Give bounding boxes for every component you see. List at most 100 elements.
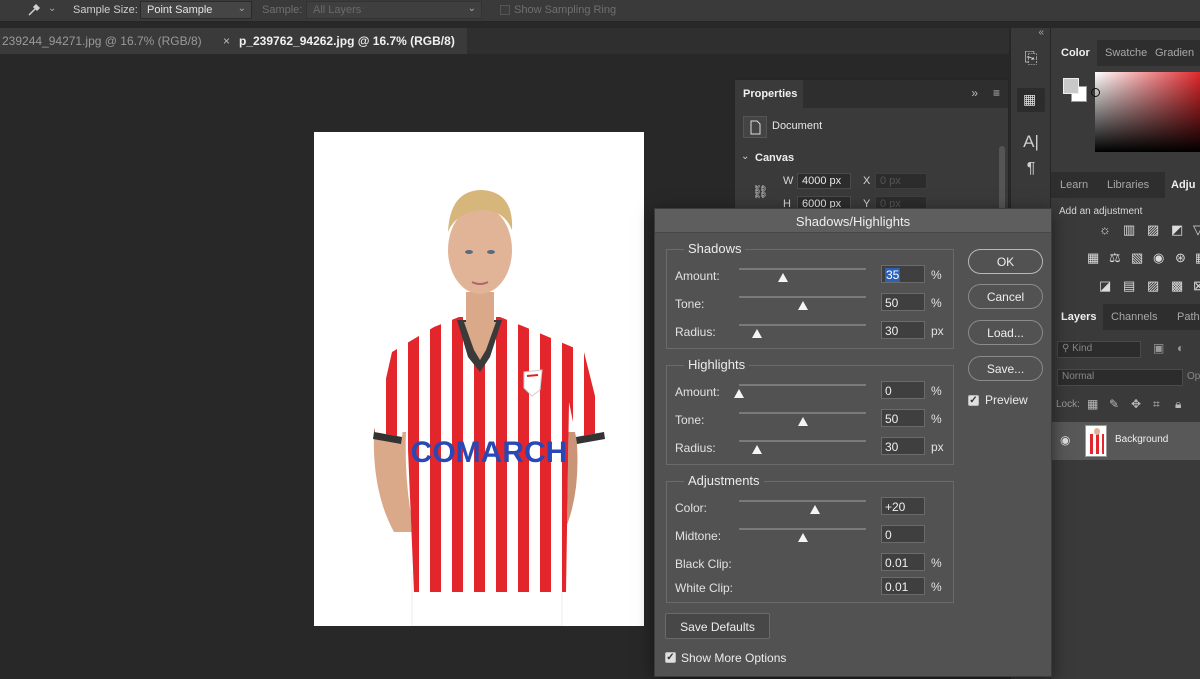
- lock-icon[interactable]: 🔒︎: [1175, 397, 1181, 412]
- black-clip-field[interactable]: 0.01: [881, 553, 925, 571]
- shadows-amount-field[interactable]: 35: [881, 265, 925, 283]
- color-field[interactable]: +20: [881, 497, 925, 515]
- posterize-icon[interactable]: ▤: [1123, 278, 1135, 294]
- slider-track[interactable]: [739, 440, 866, 442]
- slider-thumb[interactable]: [797, 417, 808, 426]
- exposure-icon[interactable]: ◩: [1171, 222, 1183, 238]
- sample-size-select[interactable]: Point Sample ⌄: [140, 1, 252, 19]
- brightness-icon[interactable]: ☼: [1099, 222, 1111, 237]
- highlights-amount-field[interactable]: 0: [881, 381, 925, 399]
- sampling-ring-checkbox[interactable]: [500, 5, 510, 15]
- curves-icon[interactable]: ▨: [1147, 222, 1159, 238]
- tab-document-2[interactable]: × p_239762_94262.jpg @ 16.7% (RGB/8): [217, 28, 467, 54]
- blend-mode-select[interactable]: Normal: [1057, 369, 1183, 386]
- midtone-field[interactable]: 0: [881, 525, 925, 543]
- scrollbar[interactable]: [999, 146, 1005, 216]
- black-white-icon[interactable]: ▧: [1131, 250, 1143, 266]
- photo-filter-icon[interactable]: ◉: [1153, 250, 1164, 266]
- white-clip-field[interactable]: 0.01: [881, 577, 925, 595]
- slider-track[interactable]: [739, 384, 866, 386]
- slider-track[interactable]: [739, 500, 866, 502]
- collapse-icon[interactable]: «: [1038, 27, 1044, 38]
- layer-row-background[interactable]: ◉ Background: [1051, 422, 1200, 460]
- sample-select[interactable]: All Layers ⌄: [306, 1, 482, 19]
- history-icon[interactable]: ⎘: [1011, 50, 1051, 68]
- slider-track[interactable]: [739, 412, 866, 414]
- shadows-tone-field[interactable]: 50: [881, 293, 925, 311]
- eyedropper-icon[interactable]: [26, 2, 42, 21]
- brush-icon[interactable]: ✎: [1109, 397, 1119, 411]
- lock-pixels-icon[interactable]: ▦: [1087, 397, 1098, 411]
- tab-color[interactable]: Color: [1051, 40, 1097, 66]
- color-picker-field[interactable]: [1095, 72, 1200, 152]
- slider-track[interactable]: [739, 268, 866, 270]
- kind-placeholder: Kind: [1072, 343, 1093, 354]
- tab-document-1[interactable]: 239244_94271.jpg @ 16.7% (RGB/8): [0, 28, 217, 54]
- adjustment-filter-icon[interactable]: ◐: [1177, 341, 1184, 355]
- close-icon[interactable]: ×: [223, 34, 230, 48]
- slider-track[interactable]: [739, 324, 866, 326]
- layer-kind-filter[interactable]: ⚲ Kind: [1057, 341, 1141, 358]
- load-button[interactable]: Load...: [968, 320, 1043, 345]
- image-filter-icon[interactable]: ▣: [1153, 341, 1164, 355]
- shadows-radius-field[interactable]: 30: [881, 321, 925, 339]
- invert-icon[interactable]: ◪: [1099, 278, 1111, 294]
- vibrance-icon[interactable]: ▽: [1193, 222, 1200, 238]
- selective-color-icon[interactable]: ⊠: [1193, 278, 1200, 294]
- midtone-row: Midtone: 0: [667, 525, 955, 549]
- artboard-icon[interactable]: ⌗: [1153, 397, 1160, 412]
- save-button[interactable]: Save...: [968, 356, 1043, 381]
- color-lookup-icon[interactable]: ▦: [1195, 250, 1200, 266]
- shadows-group: Shadows Amount: 35 % Tone: 50 % Radius: …: [666, 241, 954, 349]
- slider-thumb[interactable]: [810, 505, 821, 514]
- tab-layers[interactable]: Layers: [1051, 304, 1103, 330]
- cancel-button[interactable]: Cancel: [968, 284, 1043, 309]
- color-balance-icon[interactable]: ⚖: [1109, 250, 1121, 266]
- tab-paths[interactable]: Paths: [1177, 304, 1200, 330]
- slider-thumb[interactable]: [797, 301, 808, 310]
- tab-learn[interactable]: Learn: [1051, 172, 1097, 198]
- visibility-eye-icon[interactable]: ◉: [1060, 433, 1070, 447]
- properties-icon: ▦: [1023, 91, 1037, 107]
- slider-thumb[interactable]: [751, 329, 762, 338]
- expand-icon[interactable]: »: [971, 86, 978, 100]
- chevron-down-icon[interactable]: ⌄: [48, 3, 56, 14]
- slider-thumb[interactable]: [778, 273, 789, 282]
- x-field[interactable]: 0 px: [875, 173, 927, 189]
- tab-swatches[interactable]: Swatche: [1105, 40, 1151, 66]
- threshold-icon[interactable]: ▨: [1147, 278, 1159, 294]
- hue-saturation-icon[interactable]: ▦: [1087, 250, 1099, 266]
- highlights-radius-field[interactable]: 30: [881, 437, 925, 455]
- tab-libraries[interactable]: Libraries: [1107, 172, 1167, 198]
- highlights-tone-field[interactable]: 50: [881, 409, 925, 427]
- slider-label: Amount:: [675, 269, 720, 283]
- move-icon[interactable]: ✥: [1131, 397, 1141, 411]
- chevron-down-icon[interactable]: ⌄: [741, 151, 749, 162]
- tab-adjustments[interactable]: Adju: [1165, 172, 1200, 198]
- properties-icon-button[interactable]: ▦: [1017, 88, 1045, 112]
- width-field[interactable]: 4000 px: [797, 173, 851, 189]
- tab-channels[interactable]: Channels: [1111, 304, 1171, 330]
- link-icon[interactable]: ⛓: [752, 184, 769, 200]
- tab-gradients[interactable]: Gradien: [1155, 40, 1200, 66]
- slider-track[interactable]: [739, 296, 866, 298]
- show-more-options-checkbox[interactable]: ✓: [665, 652, 676, 663]
- save-defaults-button[interactable]: Save Defaults: [665, 613, 770, 639]
- slider-thumb[interactable]: [797, 533, 808, 542]
- gradient-map-icon[interactable]: ▩: [1171, 278, 1183, 294]
- color-picker-cursor[interactable]: [1091, 88, 1100, 97]
- ok-button[interactable]: OK: [968, 249, 1043, 274]
- character-icon[interactable]: A|: [1011, 132, 1051, 152]
- panel-menu-icon[interactable]: ≡: [993, 86, 1000, 100]
- highlights-radius-row: Radius: 30 px: [667, 437, 955, 461]
- slider-thumb[interactable]: [751, 445, 762, 454]
- preview-checkbox[interactable]: ✓: [968, 395, 979, 406]
- document-image[interactable]: COMARCH: [314, 132, 644, 626]
- unit-label: %: [931, 556, 942, 570]
- properties-title[interactable]: Properties: [735, 80, 803, 108]
- channel-mixer-icon[interactable]: ⊛: [1175, 250, 1186, 266]
- levels-icon[interactable]: ▥: [1123, 222, 1135, 238]
- paragraph-icon[interactable]: ¶: [1011, 160, 1051, 178]
- slider-track[interactable]: [739, 528, 866, 530]
- slider-thumb[interactable]: [734, 389, 744, 398]
